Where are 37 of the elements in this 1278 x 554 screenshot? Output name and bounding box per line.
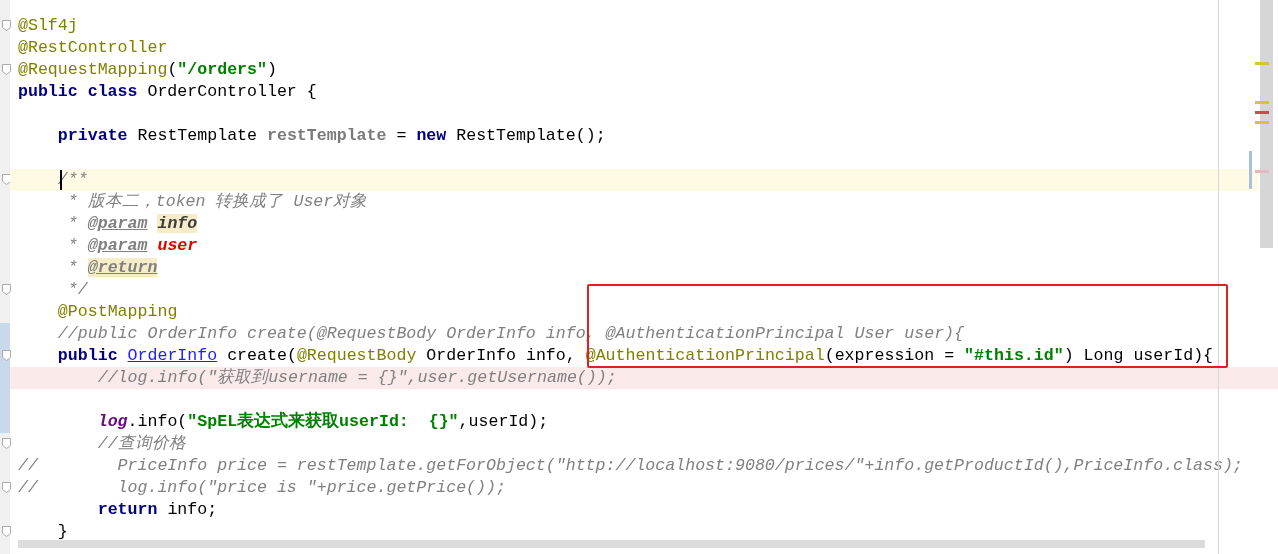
warning-marker-icon[interactable] xyxy=(1255,121,1269,124)
warning-marker-icon[interactable] xyxy=(1255,62,1269,65)
vertical-scrollbar[interactable] xyxy=(1260,0,1273,248)
code-line: } xyxy=(56,522,68,541)
code-line: * @param info xyxy=(66,214,198,233)
code-line: @RestController xyxy=(18,38,168,57)
code-line: @RequestMapping("/orders") xyxy=(18,60,277,79)
fold-marker-icon[interactable] xyxy=(2,284,11,295)
code-line: // PriceInfo price = restTemplate.getForObject("http://localhost:9080/prices/"+info.getProductId(),PriceInfo.class); xyxy=(18,456,1243,475)
code-line: * 版本二，token 转换成了 User对象 xyxy=(66,192,368,211)
change-marker[interactable] xyxy=(0,411,10,433)
code-editor[interactable] xyxy=(0,0,1278,554)
code-line: // log.info("price is "+price.getPrice()); xyxy=(18,478,506,497)
error-marker-icon[interactable] xyxy=(1255,111,1269,114)
code-line: log.info("SpEL表达式来获取userId: {}",userId); xyxy=(96,412,549,431)
type-link[interactable]: OrderInfo xyxy=(127,346,218,365)
fold-marker-icon[interactable] xyxy=(2,438,11,449)
fold-marker-icon[interactable] xyxy=(2,350,11,361)
fold-marker-icon[interactable] xyxy=(2,174,11,185)
fold-marker-icon[interactable] xyxy=(2,482,11,493)
fold-marker-icon[interactable] xyxy=(2,64,11,75)
code-line: public class OrderController { xyxy=(18,82,317,101)
code-line: * @param user xyxy=(66,236,198,255)
code-line: @Slf4j xyxy=(18,16,78,35)
code-line: @PostMapping xyxy=(56,302,178,321)
code-line: //log.info("获取到username = {}",user.getUsername()); xyxy=(96,368,617,387)
warning-marker-icon[interactable] xyxy=(1255,101,1269,104)
fold-marker-icon[interactable] xyxy=(2,20,11,31)
scroll-position-marker xyxy=(1249,151,1252,189)
code-line: return info; xyxy=(96,500,218,519)
code-line: private RestTemplate restTemplate = new RestTemplate(); xyxy=(56,126,606,145)
fold-marker-icon[interactable] xyxy=(2,526,11,537)
line-marker-icon[interactable] xyxy=(1255,170,1269,173)
horizontal-scrollbar[interactable] xyxy=(18,540,1205,548)
code-line: */ xyxy=(66,280,88,299)
change-marker[interactable] xyxy=(0,323,10,345)
code-line: //查询价格 xyxy=(96,434,186,453)
